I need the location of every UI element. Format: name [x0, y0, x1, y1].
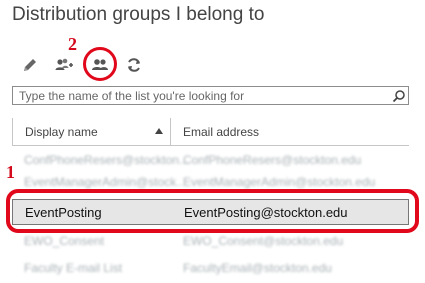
row-email: ConfPhoneResers@stockton.edu: [183, 153, 362, 167]
toolbar: [0, 48, 425, 84]
row-display-name: Faculty E-mail List: [24, 261, 123, 275]
annotation-number-2: 2: [68, 34, 77, 54]
row-email: EventManagerAdmin@stockton.edu: [183, 175, 376, 189]
sort-ascending-icon: [155, 128, 163, 134]
page-title: Distribution groups I belong to: [12, 4, 265, 25]
column-header-display-name[interactable]: Display name: [12, 118, 171, 145]
refresh-icon: [128, 58, 140, 72]
search-icon[interactable]: [390, 87, 408, 104]
pencil-icon: [24, 59, 36, 71]
column-label: Display name: [25, 124, 98, 139]
groups-button[interactable]: [90, 55, 110, 75]
row-display-name: EventPosting: [25, 204, 102, 220]
search-box: [12, 86, 409, 105]
search-input[interactable]: [13, 87, 390, 104]
people-icon: [92, 59, 108, 70]
table-row[interactable]: ConfPhoneResers@stockton... ConfPhoneRes…: [12, 149, 409, 171]
row-display-name: ConfPhoneResers@stockton...: [24, 153, 189, 167]
table-header: Display name Email address: [12, 118, 409, 146]
row-email: EventPosting@stockton.edu: [184, 204, 348, 220]
table-row[interactable]: EWO_Consent EWO_Consent@stockton.edu: [12, 230, 409, 252]
table-row[interactable]: EventManagerAdmin@stock... EventManagerA…: [12, 171, 409, 193]
column-label: Email address: [183, 124, 260, 139]
annotation-number-1: 1: [6, 162, 15, 182]
row-display-name: EventManagerAdmin@stock...: [24, 175, 187, 189]
table-row-selected[interactable]: EventPosting EventPosting@stockton.edu: [12, 199, 409, 225]
row-email: EWO_Consent@stockton.edu: [183, 234, 344, 248]
people-add-icon: [55, 58, 73, 70]
edit-button[interactable]: [20, 55, 40, 75]
table-row[interactable]: Faculty E-mail List FacultyEmail@stockto…: [12, 257, 409, 279]
row-email: FacultyEmail@stockton.edu: [183, 261, 332, 275]
refresh-button[interactable]: [124, 55, 144, 75]
join-group-button[interactable]: [54, 55, 74, 75]
column-header-email[interactable]: Email address: [171, 118, 409, 145]
row-display-name: EWO_Consent: [24, 234, 105, 248]
